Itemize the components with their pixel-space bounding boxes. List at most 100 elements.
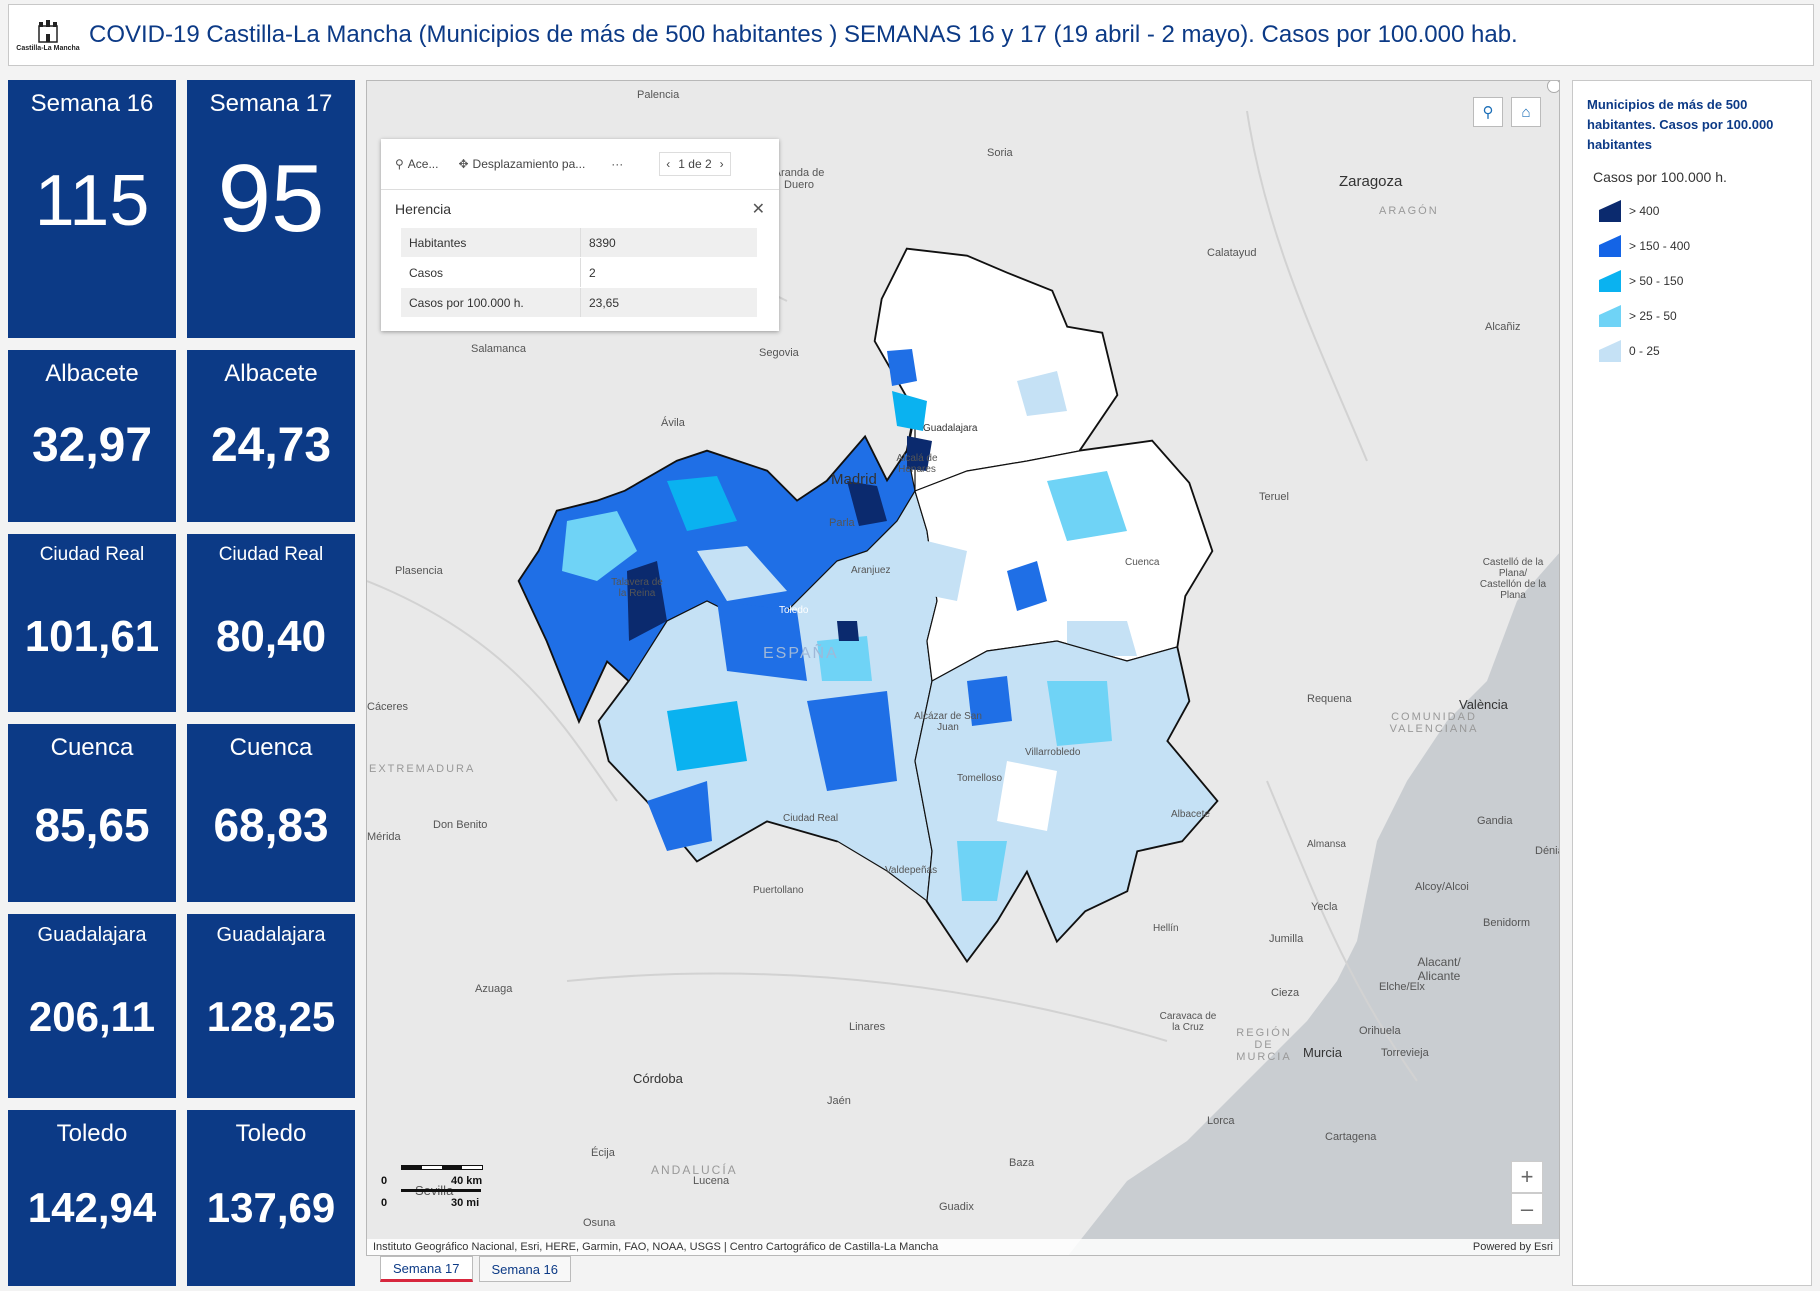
tile-cuenca-16: Cuenca 85,65 bbox=[8, 724, 176, 902]
powered-by[interactable]: Powered by Esri bbox=[1473, 1241, 1553, 1253]
place-label: Toledo bbox=[779, 605, 809, 616]
legend-title: Municipios de más de 500 habitantes. Cas… bbox=[1587, 97, 1774, 152]
tab-semana-16[interactable]: Semana 16 bbox=[478, 1256, 571, 1282]
place-label: Lucena bbox=[693, 1175, 730, 1187]
pan-to-button[interactable]: Desplazamiento pa... bbox=[473, 157, 586, 171]
attr-key: Casos bbox=[401, 257, 581, 288]
tile-label: Cuenca bbox=[229, 734, 313, 761]
tile-toledo-16: Toledo 142,94 bbox=[8, 1110, 176, 1286]
place-label: Alcalá de Henares bbox=[896, 453, 938, 475]
place-label: Yecla bbox=[1311, 901, 1338, 913]
place-label: Ciudad Real bbox=[783, 813, 839, 824]
popup-header: Herencia ✕ bbox=[381, 190, 779, 228]
place-label: ARAGÓN bbox=[1379, 205, 1439, 217]
expand-icon[interactable] bbox=[1547, 81, 1559, 93]
attr-key: Habitantes bbox=[401, 228, 581, 258]
map-home-button[interactable]: ⌂ bbox=[1511, 97, 1541, 127]
tile-value: 80,40 bbox=[215, 612, 327, 661]
place-label: Benidorm bbox=[1483, 917, 1531, 929]
tile-ciudad-real-16: Ciudad Real 101,61 bbox=[8, 534, 176, 712]
place-label: Gandia bbox=[1477, 815, 1513, 827]
legend-item: > 25 - 50 bbox=[1599, 298, 1811, 333]
place-label: Valdepeñas bbox=[885, 865, 938, 876]
popup-attributes: Habitantes 8390 Casos 2 Casos por 100.000 … bbox=[401, 228, 757, 318]
place-label: Écija bbox=[591, 1147, 615, 1159]
close-icon[interactable]: ✕ bbox=[752, 199, 765, 219]
chevron-left-icon[interactable]: ‹ bbox=[666, 157, 670, 171]
zoom-in-button[interactable]: + bbox=[1511, 1161, 1543, 1193]
area-ab-white bbox=[997, 761, 1057, 831]
place-label: Jaén bbox=[827, 1095, 851, 1107]
attr-key: Casos por 100.000 h. bbox=[401, 287, 581, 318]
place-label: Alcañiz bbox=[1485, 321, 1521, 333]
scale-bar-km bbox=[401, 1165, 483, 1170]
place-label: Cuenca bbox=[1125, 557, 1160, 568]
place-label: Elche/Elx bbox=[1379, 981, 1425, 993]
area-cr-cyan bbox=[667, 701, 747, 771]
tile-value: 142,94 bbox=[27, 1184, 157, 1231]
tile-label: Albacete bbox=[224, 360, 318, 387]
tile-value: 24,73 bbox=[210, 419, 332, 472]
attr-value: 8390 bbox=[580, 228, 757, 258]
place-label: Soria bbox=[987, 147, 1013, 159]
place-label: Castelló de la Plana/ Castellón de la Pl… bbox=[1479, 557, 1547, 601]
legend-item: > 150 - 400 bbox=[1599, 228, 1811, 263]
popup-pager: ‹ 1 de 2 › bbox=[659, 152, 731, 176]
tile-value: 128,25 bbox=[206, 993, 336, 1040]
place-label: Albacete bbox=[1171, 809, 1210, 820]
minus-icon: – bbox=[1520, 1196, 1534, 1221]
search-icon: ⚲ bbox=[1482, 104, 1494, 121]
tile-label: Toledo bbox=[235, 1120, 307, 1147]
legend-swatch bbox=[1599, 269, 1621, 292]
place-label: Dénia bbox=[1535, 845, 1559, 857]
place-label: Ávila bbox=[661, 417, 685, 429]
place-label: Mérida bbox=[367, 831, 401, 843]
place-label: Requena bbox=[1307, 693, 1352, 705]
table-row: Habitantes 8390 bbox=[401, 228, 757, 258]
legend-label: 0 - 25 bbox=[1629, 343, 1660, 358]
place-label: Puertollano bbox=[753, 885, 804, 896]
map-attribution: Instituto Geográfico Nacional, Esri, HER… bbox=[367, 1239, 1559, 1255]
place-label: Aranjuez bbox=[851, 565, 891, 576]
tile-value: 95 bbox=[217, 145, 325, 252]
pan-icon: ✥ bbox=[458, 157, 469, 171]
tile-value: 85,65 bbox=[34, 799, 150, 851]
place-label: Hellín bbox=[1153, 923, 1179, 934]
scale-mi-label: 30 mi bbox=[451, 1197, 480, 1209]
tile-label: Albacete bbox=[45, 360, 139, 387]
attribution-text: Instituto Geográfico Nacional, Esri, HER… bbox=[373, 1241, 939, 1253]
place-label: Osuna bbox=[583, 1217, 616, 1229]
map-view[interactable]: Palencia Soria Aranda de Duero Zaragoza … bbox=[366, 80, 1560, 1256]
place-label: Salamanca bbox=[471, 343, 527, 355]
place-label: Guadix bbox=[939, 1201, 974, 1213]
zoom-out-button[interactable]: – bbox=[1511, 1193, 1543, 1225]
place-label: Cáceres bbox=[367, 701, 408, 713]
tile-label: Toledo bbox=[56, 1120, 128, 1147]
week-tabs: Semana 17 Semana 16 bbox=[380, 1256, 577, 1286]
tile-ciudad-real-17: Ciudad Real 80,40 bbox=[187, 534, 355, 712]
more-button[interactable]: ··· bbox=[611, 157, 623, 171]
place-label: Murcia bbox=[1303, 1045, 1343, 1060]
legend-label: > 50 - 150 bbox=[1629, 273, 1684, 288]
place-label: Don Benito bbox=[433, 819, 488, 831]
place-label: Cartagena bbox=[1325, 1131, 1377, 1143]
zoom-to-button[interactable]: Ace... bbox=[408, 157, 439, 171]
place-label: Lorca bbox=[1207, 1115, 1235, 1127]
scale-bar-mi bbox=[401, 1189, 481, 1192]
scale-bar: 0 40 km 0 30 mi bbox=[381, 1161, 491, 1211]
place-label: Córdoba bbox=[633, 1071, 683, 1086]
legend-swatch bbox=[1599, 304, 1621, 327]
chevron-right-icon[interactable]: › bbox=[720, 157, 724, 171]
legend-label: > 150 - 400 bbox=[1629, 238, 1691, 253]
place-label: Torrevieja bbox=[1381, 1047, 1429, 1059]
home-icon: ⌂ bbox=[1521, 103, 1531, 121]
tile-guadalajara-17: Guadalajara 128,25 bbox=[187, 914, 355, 1098]
tile-value: 137,69 bbox=[206, 1184, 336, 1231]
place-label: Parla bbox=[829, 517, 855, 529]
tile-value: 101,61 bbox=[24, 612, 160, 661]
legend-panel: Municipios de más de 500 habitantes. Cas… bbox=[1572, 80, 1812, 1286]
legend-item: 0 - 25 bbox=[1599, 333, 1811, 368]
map-search-button[interactable]: ⚲ bbox=[1473, 97, 1503, 127]
place-label: Teruel bbox=[1259, 491, 1289, 503]
tab-semana-17[interactable]: Semana 17 bbox=[380, 1256, 473, 1282]
